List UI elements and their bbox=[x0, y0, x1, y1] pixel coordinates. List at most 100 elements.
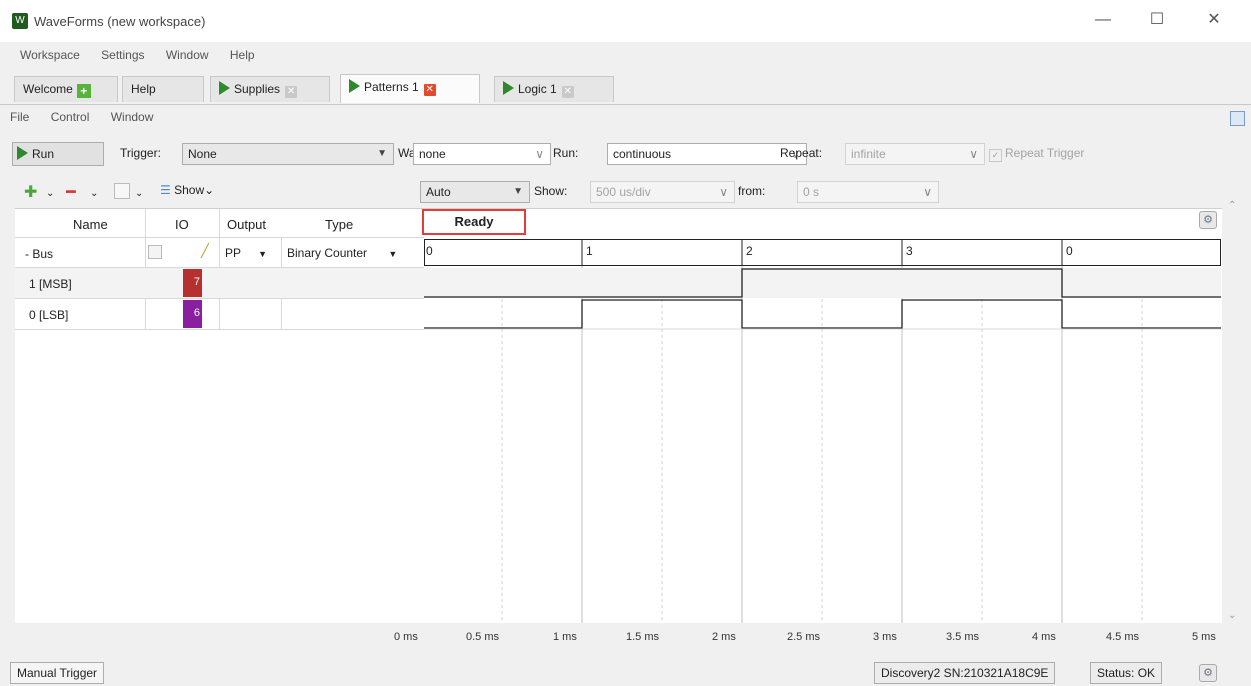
chevron-down-icon: ∨ bbox=[969, 147, 978, 161]
timebase-select[interactable]: 500 us/div ∨ bbox=[590, 181, 735, 203]
window-title: WaveForms (new workspace) bbox=[34, 14, 206, 29]
menu-settings[interactable]: Settings bbox=[101, 48, 144, 62]
tab-welcome-label: Welcome bbox=[23, 82, 73, 96]
msb-row-bg bbox=[424, 268, 1221, 298]
menu-workspace[interactable]: Workspace bbox=[20, 48, 80, 62]
time-tick-label: 2.5 ms bbox=[787, 631, 821, 643]
run-button-label: Run bbox=[32, 147, 55, 161]
repeat-select[interactable]: infinite ∨ bbox=[845, 143, 985, 165]
type-column-header: Type bbox=[325, 217, 354, 232]
repeat-trigger-checkbox[interactable]: ✓ Repeat Trigger bbox=[989, 146, 1084, 162]
bus-edit-icon[interactable] bbox=[148, 245, 162, 259]
tab-help-label: Help bbox=[131, 82, 156, 96]
repeat-trigger-label: Repeat Trigger bbox=[1005, 146, 1085, 160]
timebase-value: 500 us/div bbox=[596, 185, 651, 199]
panel-dock-icon[interactable] bbox=[1230, 111, 1245, 126]
waveform-plot bbox=[424, 239, 1221, 623]
menu-control[interactable]: Control bbox=[51, 110, 90, 124]
run-mode-value: continuous bbox=[613, 147, 672, 161]
device-info[interactable]: Discovery2 SN:210321A18C9E bbox=[874, 662, 1056, 684]
close-tab-icon[interactable]: ✕ bbox=[285, 86, 298, 98]
repeat-label: Repeat: bbox=[780, 146, 823, 160]
output-select[interactable]: PP ▼ bbox=[225, 246, 267, 260]
close-tab-icon[interactable]: ✕ bbox=[423, 84, 436, 96]
add-plus-icon[interactable]: + bbox=[76, 84, 91, 98]
device-settings-icon[interactable]: ⚙ bbox=[1199, 664, 1217, 682]
tab-patterns-1[interactable]: Patterns 1 ✕ bbox=[340, 74, 480, 103]
vertical-scrollbar[interactable]: ⌃ ⌄ bbox=[1224, 200, 1241, 622]
app-logo-icon: W bbox=[12, 13, 28, 29]
maximize-button[interactable]: ☐ bbox=[1137, 8, 1177, 34]
close-tab-icon[interactable]: ✕ bbox=[561, 86, 574, 98]
title-bar: W WaveForms (new workspace) — ☐ ✕ bbox=[0, 0, 1251, 42]
waveform-view[interactable]: 0 1 2 3 0 bbox=[424, 208, 1222, 623]
from-select[interactable]: 0 s ∨ bbox=[797, 181, 939, 203]
menu-help[interactable]: Help bbox=[230, 48, 255, 62]
io-pin-badge: 7 bbox=[183, 269, 202, 297]
mode-value: Auto bbox=[426, 185, 451, 199]
dropdown-arrow-icon: ▼ bbox=[377, 148, 387, 159]
tab-supplies[interactable]: Supplies ✕ bbox=[210, 76, 330, 102]
menu-file[interactable]: File bbox=[10, 110, 29, 124]
io-pin-badge: 6 bbox=[183, 300, 202, 328]
edit-icon[interactable] bbox=[114, 183, 130, 199]
channel-name: 1 [MSB] bbox=[29, 277, 72, 291]
tab-bar: Welcome + Help Supplies ✕ Patterns 1 ✕ Logi… bbox=[0, 74, 1251, 105]
play-icon bbox=[349, 79, 360, 93]
run-mode-select[interactable]: continuous ∨ bbox=[607, 143, 807, 165]
bus-value: 3 bbox=[906, 244, 913, 258]
table-row-msb[interactable]: 1 [MSB] 7 bbox=[15, 268, 424, 298]
trigger-select[interactable]: None ▼ bbox=[182, 143, 394, 165]
close-button[interactable]: ✕ bbox=[1194, 8, 1234, 34]
bus-name: - Bus bbox=[25, 247, 54, 261]
from-value: 0 s bbox=[803, 185, 820, 199]
trigger-value: None bbox=[188, 147, 217, 161]
tab-help[interactable]: Help bbox=[122, 76, 204, 102]
time-tick-label: 1.5 ms bbox=[626, 631, 660, 643]
time-tick-label: 5 ms bbox=[1192, 631, 1216, 643]
show-label: Show: bbox=[534, 184, 568, 198]
row-divider bbox=[15, 329, 424, 330]
output-value: PP bbox=[225, 246, 241, 260]
show-menu-label: Show bbox=[174, 183, 205, 197]
remove-channel-icon[interactable]: ━ bbox=[66, 182, 76, 202]
wait-value: none bbox=[419, 147, 446, 161]
manual-trigger-button[interactable]: Manual Trigger bbox=[10, 662, 105, 684]
status-indicator: Ready bbox=[422, 209, 526, 235]
play-icon bbox=[17, 146, 28, 160]
status-bar: Manual Trigger Discovery2 SN:210321A18C9… bbox=[0, 658, 1251, 686]
menu-window-inner[interactable]: Window bbox=[111, 110, 154, 124]
time-tick-label: 4 ms bbox=[1032, 631, 1056, 643]
dropdown-arrow-icon[interactable]: ⌄ bbox=[46, 188, 54, 199]
scroll-up-icon[interactable]: ⌃ bbox=[1228, 200, 1236, 211]
dropdown-arrow-icon[interactable]: ⌄ bbox=[135, 188, 143, 199]
minimize-button[interactable]: — bbox=[1083, 8, 1123, 34]
table-row-lsb[interactable]: 0 [LSB] 6 bbox=[15, 299, 424, 329]
connection-status: Status: OK bbox=[1090, 662, 1163, 684]
add-channel-icon[interactable]: ✚ bbox=[24, 182, 37, 202]
time-tick-label: 0.5 ms bbox=[466, 631, 500, 643]
bus-value: 0 bbox=[426, 244, 433, 258]
play-icon bbox=[219, 81, 230, 95]
instrument-menu-bar: File Control Window bbox=[0, 110, 157, 128]
show-menu[interactable]: ☰ Show⌄ bbox=[160, 183, 214, 197]
name-column-header: Name bbox=[73, 217, 108, 232]
tab-logic-label: Logic 1 bbox=[518, 82, 557, 96]
tab-welcome[interactable]: Welcome + bbox=[14, 76, 118, 102]
table-row-bus[interactable]: - Bus ╱ PP ▼ Binary Counter ▼ bbox=[15, 238, 424, 267]
main-menu-bar: Workspace Settings Window Help bbox=[0, 48, 400, 66]
time-tick-label: 4.5 ms bbox=[1106, 631, 1140, 643]
channel-table: Name IO Output Type - Bus ╱ PP ▼ Binary … bbox=[15, 208, 424, 623]
mode-select[interactable]: Auto ▼ bbox=[420, 181, 530, 203]
dropdown-arrow-icon[interactable]: ⌄ bbox=[90, 188, 98, 199]
bus-value: 0 bbox=[1066, 244, 1073, 258]
pen-icon[interactable]: ╱ bbox=[201, 243, 209, 259]
channel-name: 0 [LSB] bbox=[29, 308, 69, 322]
menu-window[interactable]: Window bbox=[166, 48, 209, 62]
wait-select[interactable]: none ∨ bbox=[413, 143, 551, 165]
tab-logic-1[interactable]: Logic 1 ✕ bbox=[494, 76, 614, 102]
type-select[interactable]: Binary Counter ▼ bbox=[287, 246, 397, 260]
run-button[interactable]: Run bbox=[12, 142, 104, 166]
gear-icon[interactable]: ⚙ bbox=[1199, 211, 1217, 229]
scroll-down-icon[interactable]: ⌄ bbox=[1228, 610, 1236, 621]
